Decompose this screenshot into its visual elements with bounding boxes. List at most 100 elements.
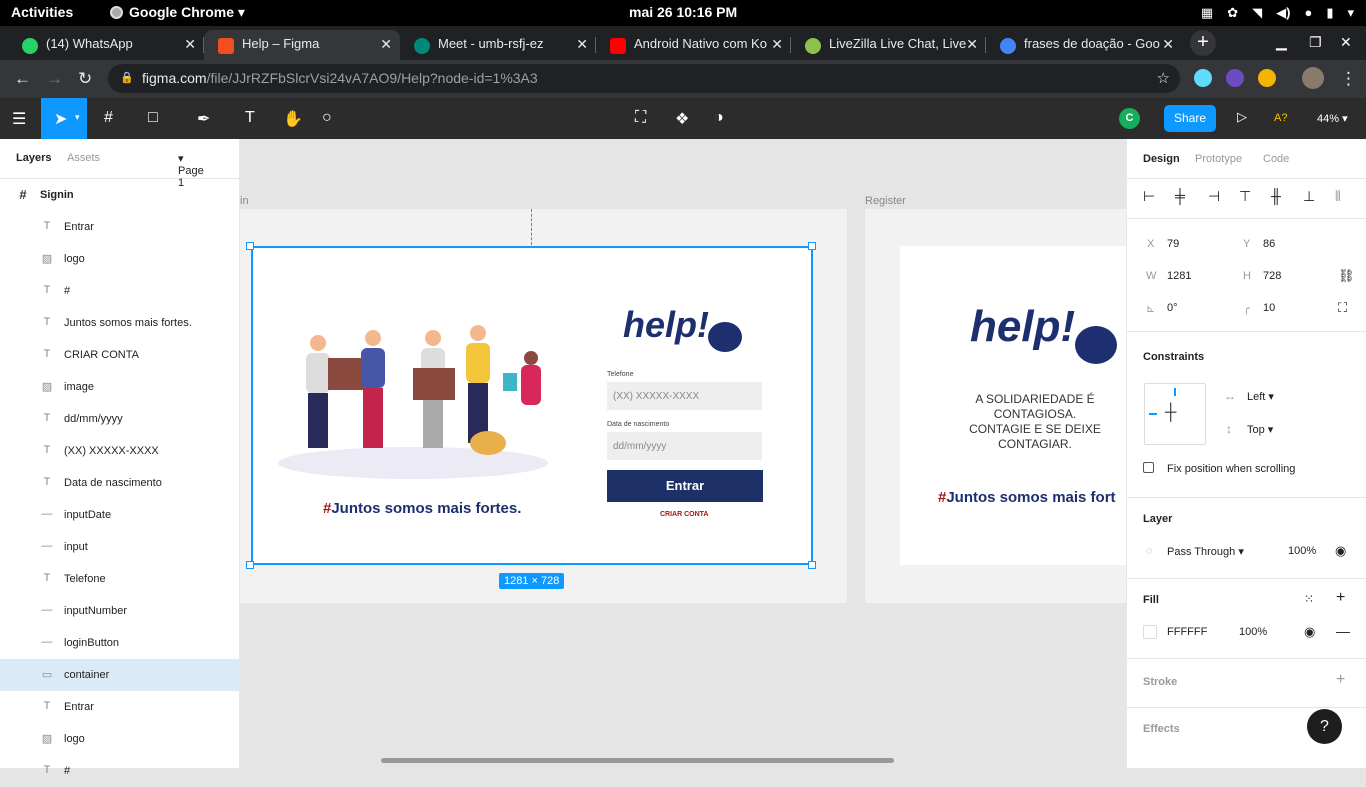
register-container[interactable]: help! A SOLIDARIEDADE É CONTAGIOSA. CONT…: [900, 246, 1126, 565]
user-avatar[interactable]: C: [1119, 108, 1140, 129]
present-icon[interactable]: ▷: [1237, 109, 1247, 125]
align-center-v-icon[interactable]: ╫: [1271, 188, 1281, 204]
tab-code[interactable]: Code: [1263, 153, 1289, 165]
tab-google[interactable]: frases de doação - Goo ✕: [986, 30, 1182, 60]
new-tab-button[interactable]: +: [1190, 30, 1216, 56]
profile-avatar[interactable]: [1302, 67, 1324, 89]
telefone-input[interactable]: (XX) XXXXX-XXXX: [607, 382, 762, 410]
layer-row[interactable]: T Data de nascimento: [0, 467, 239, 499]
tab-youtube[interactable]: Android Nativo com Ko ✕: [596, 30, 791, 60]
maximize-icon[interactable]: ❐: [1309, 34, 1322, 51]
layer-row[interactable]: ▭ container: [0, 659, 239, 691]
corner-radius-input[interactable]: 10: [1263, 302, 1275, 314]
text-tool-icon[interactable]: T: [245, 109, 255, 127]
settings-icon[interactable]: ✿: [1227, 5, 1238, 21]
layer-row[interactable]: ▨ logo: [0, 723, 239, 755]
align-center-h-icon[interactable]: ╪: [1175, 188, 1185, 204]
shape-tool-icon[interactable]: □: [148, 109, 158, 127]
fill-opacity-input[interactable]: 100%: [1239, 626, 1267, 638]
rotation-input[interactable]: 0°: [1167, 302, 1178, 314]
align-left-icon[interactable]: ⊢: [1143, 188, 1155, 205]
chevron-down-icon[interactable]: ▾: [75, 112, 80, 123]
window-close-icon[interactable]: ✕: [1340, 34, 1352, 51]
share-button[interactable]: Share: [1164, 105, 1216, 132]
close-icon[interactable]: ✕: [184, 36, 196, 53]
layer-row[interactable]: T Juntos somos mais fortes.: [0, 307, 239, 339]
help-button[interactable]: ?: [1307, 709, 1342, 744]
blend-mode-select[interactable]: Pass Through ▾: [1167, 545, 1244, 558]
add-fill-icon[interactable]: +: [1336, 589, 1345, 607]
tab-figma[interactable]: Help – Figma ✕: [204, 30, 400, 60]
frame-tool-icon[interactable]: #: [104, 109, 113, 127]
tab-whatsapp[interactable]: (14) WhatsApp ✕: [8, 30, 204, 60]
layer-row[interactable]: T #: [0, 275, 239, 307]
distribute-icon[interactable]: ⫴: [1335, 188, 1341, 205]
close-icon[interactable]: ✕: [966, 36, 978, 53]
back-icon[interactable]: ←: [14, 69, 31, 89]
constrain-proportions-icon[interactable]: ⛓: [1338, 268, 1355, 284]
pen-tool-icon[interactable]: ✒: [197, 109, 210, 129]
frame-label-signin[interactable]: in: [240, 195, 249, 207]
canvas[interactable]: in Register #Juntos somos mais fortes. h…: [240, 139, 1126, 768]
components-icon[interactable]: ❖: [675, 109, 689, 129]
left-constraint-bar[interactable]: [1149, 413, 1157, 415]
tab-prototype[interactable]: Prototype: [1195, 153, 1242, 165]
layer-row[interactable]: ▨ image: [0, 371, 239, 403]
fill-hex-input[interactable]: FFFFFF: [1167, 626, 1207, 638]
fill-styles-icon[interactable]: ⁙: [1304, 592, 1314, 606]
comment-tool-icon[interactable]: ○: [322, 109, 332, 127]
tab-assets[interactable]: Assets: [67, 152, 100, 164]
resize-handle[interactable]: [808, 561, 816, 569]
y-input[interactable]: 86: [1263, 238, 1275, 250]
reload-icon[interactable]: ↻: [78, 69, 92, 89]
layer-row[interactable]: Tdd/mm/yyyy: [0, 403, 239, 435]
layer-opacity-input[interactable]: 100%: [1288, 545, 1316, 557]
lock-icon[interactable]: 🔒: [120, 71, 134, 84]
horizontal-constraint-select[interactable]: Left ▾: [1247, 390, 1274, 403]
frame-label-register[interactable]: Register: [865, 195, 906, 207]
layer-row[interactable]: — loginButton: [0, 627, 239, 659]
fix-position-checkbox[interactable]: [1143, 462, 1154, 473]
h-input[interactable]: 728: [1263, 270, 1281, 282]
react-devtools-icon[interactable]: [1194, 69, 1212, 87]
eye-icon[interactable]: ◉: [1304, 624, 1315, 640]
layer-row[interactable]: — inputDate: [0, 499, 239, 531]
top-constraint-bar[interactable]: [1174, 388, 1176, 396]
layer-row[interactable]: — inputNumber: [0, 595, 239, 627]
main-menu-icon[interactable]: ☰: [12, 109, 26, 129]
create-account-link[interactable]: CRIAR CONTA: [660, 511, 708, 518]
fill-swatch[interactable]: [1143, 625, 1157, 639]
signin-container[interactable]: #Juntos somos mais fortes. help! Telefon…: [251, 246, 813, 565]
constraint-widget[interactable]: ┼: [1144, 383, 1206, 445]
layer-row[interactable]: T CRIAR CONTA: [0, 339, 239, 371]
grid-icon[interactable]: ▦: [1201, 5, 1213, 21]
date-input[interactable]: dd/mm/yyyy: [607, 432, 762, 460]
vertical-constraint-select[interactable]: Top ▾: [1247, 423, 1273, 436]
missing-fonts-button[interactable]: A?: [1274, 112, 1287, 124]
extension-icon[interactable]: [1226, 69, 1244, 87]
crop-icon[interactable]: ⛶: [635, 109, 646, 127]
close-icon[interactable]: ✕: [380, 36, 392, 53]
chrome-menu-icon[interactable]: ⋮: [1340, 69, 1357, 89]
align-right-icon[interactable]: ⊣: [1208, 188, 1220, 205]
horizontal-scrollbar[interactable]: [381, 758, 894, 763]
activities-button[interactable]: Activities: [11, 4, 73, 20]
app-menu[interactable]: Google Chrome ▾: [110, 4, 245, 21]
contrast-icon[interactable]: ◑: [714, 109, 724, 127]
resize-handle[interactable]: [246, 242, 254, 250]
page-selector[interactable]: Page 1 ▾: [178, 152, 204, 189]
system-tray[interactable]: ▦ ✿ ◥ ◀) ● ▮ ▾: [1201, 5, 1354, 21]
entrar-button[interactable]: Entrar: [607, 470, 763, 502]
resize-handle[interactable]: [246, 561, 254, 569]
tab-design[interactable]: Design: [1143, 153, 1180, 165]
layer-row[interactable]: ▨ logo: [0, 243, 239, 275]
layer-row[interactable]: T #: [0, 755, 239, 787]
minimize-icon[interactable]: ▁: [1276, 34, 1287, 51]
remove-fill-icon[interactable]: —: [1336, 623, 1350, 639]
tab-layers[interactable]: Layers: [16, 152, 51, 164]
close-icon[interactable]: ✕: [771, 36, 783, 53]
layer-frame-signin[interactable]: # Signin: [0, 179, 239, 211]
clock[interactable]: mai 26 10:16 PM: [629, 4, 737, 20]
tab-meet[interactable]: Meet - umb-rsfj-ez ✕: [400, 30, 596, 60]
bookmark-star-icon[interactable]: ☆: [1157, 69, 1170, 87]
